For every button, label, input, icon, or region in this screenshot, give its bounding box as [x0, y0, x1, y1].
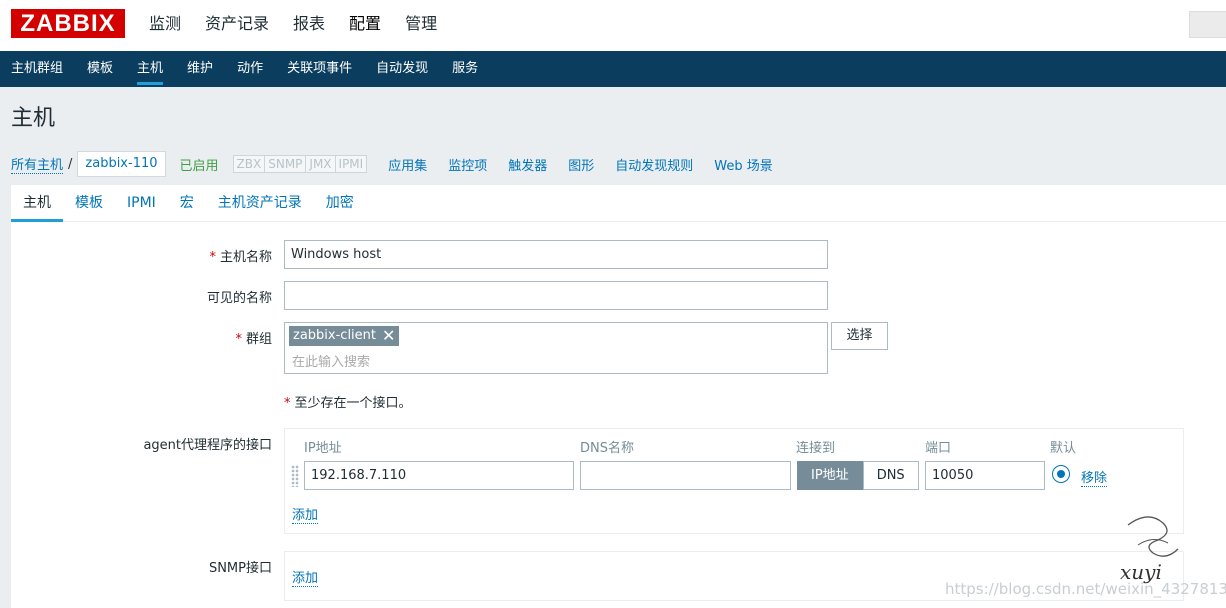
breadcrumb: 所有主机 / zabbix-110 已启用 ZBX SNMP JMX IPMI … [11, 150, 773, 178]
header-port: 端口 [925, 441, 952, 456]
interface-note: * 至少存在一个接口。 [284, 396, 412, 411]
link-graphs[interactable]: 图形 [568, 155, 594, 174]
link-discovery-rules[interactable]: 自动发现规则 [615, 155, 693, 174]
host-name-input[interactable]: Windows host [284, 240, 828, 269]
badge-jmx: JMX [306, 156, 336, 172]
sub-nav-hosts[interactable]: 主机 [137, 51, 164, 87]
visible-name-label: 可见的名称 [206, 291, 272, 306]
group-chip-label: zabbix-client [293, 328, 376, 343]
host-name-label: * 主机名称 [209, 250, 272, 265]
drag-handle-icon[interactable] [291, 465, 299, 487]
agent-interfaces-table: IP地址 DNS名称 连接到 端口 默认 192.168.7.110 IP地址 … [284, 428, 1184, 534]
link-items[interactable]: 监控项 [448, 155, 487, 174]
sub-nav-host-groups[interactable]: 主机群组 [11, 51, 63, 87]
connect-to-toggle: IP地址 DNS [797, 461, 919, 490]
breadcrumb-separator: / [68, 156, 73, 172]
tab-macros[interactable]: 宏 [168, 185, 206, 221]
search-input[interactable] [1189, 11, 1226, 38]
page-title: 主机 [11, 106, 56, 131]
header-dns: DNS名称 [580, 441, 634, 456]
availability-badges: ZBX SNMP JMX IPMI [232, 155, 368, 173]
snmp-interfaces-label: SNMP接口 [208, 561, 272, 576]
select-groups-button[interactable]: 选择 [831, 322, 888, 350]
sub-nav-services[interactable]: 服务 [452, 51, 478, 87]
badge-ipmi: IPMI [335, 156, 367, 172]
link-triggers[interactable]: 触发器 [508, 155, 547, 174]
tab-inventory[interactable]: 主机资产记录 [206, 185, 314, 221]
form-tabs: 主机 模板 IPMI 宏 主机资产记录 加密 [11, 185, 1226, 222]
connect-ip-option[interactable]: IP地址 [797, 461, 863, 490]
link-applications[interactable]: 应用集 [388, 155, 427, 174]
groups-search-input[interactable]: 在此输入搜索 [292, 351, 370, 370]
sub-nav-actions[interactable]: 动作 [237, 51, 263, 87]
add-snmp-interface-link[interactable]: 添加 [292, 567, 319, 587]
url-watermark: https://blog.csdn.net/weixin_43278136 [945, 580, 1226, 598]
tab-templates[interactable]: 模板 [63, 185, 115, 221]
ip-address-input[interactable]: 192.168.7.110 [304, 461, 574, 490]
link-web-scenarios[interactable]: Web 场景 [714, 155, 772, 174]
badge-snmp: SNMP [265, 156, 307, 172]
groups-label: * 群组 [235, 332, 272, 347]
top-header: ZABBIX 监测 资产记录 报表 配置 管理 [0, 0, 1226, 51]
main-nav-administration[interactable]: 管理 [405, 0, 437, 51]
default-radio[interactable] [1052, 465, 1070, 483]
tab-host[interactable]: 主机 [11, 185, 63, 222]
sub-nav-discovery[interactable]: 自动发现 [376, 51, 428, 87]
group-chip: zabbix-client ✕ [289, 326, 400, 346]
sub-nav-templates[interactable]: 模板 [87, 51, 113, 87]
breadcrumb-current-host[interactable]: zabbix-110 [77, 151, 166, 177]
badge-zbx: ZBX [233, 156, 266, 172]
header-ip: IP地址 [304, 441, 342, 456]
tab-encryption[interactable]: 加密 [314, 185, 366, 221]
port-input[interactable]: 10050 [925, 461, 1045, 490]
signature-watermark: xuyi [1120, 516, 1179, 584]
dns-name-input[interactable] [580, 461, 791, 490]
visible-name-input[interactable] [284, 281, 828, 310]
main-nav: 监测 资产记录 报表 配置 管理 [149, 0, 461, 51]
groups-multiselect[interactable]: zabbix-client ✕ 在此输入搜索 [284, 322, 828, 374]
main-nav-configuration[interactable]: 配置 [349, 0, 381, 51]
chip-remove-icon[interactable]: ✕ [382, 326, 395, 346]
host-status-enabled[interactable]: 已启用 [180, 155, 219, 174]
sub-nav: 主机群组 模板 主机 维护 动作 关联项事件 自动发现 服务 [0, 51, 1226, 87]
main-nav-reports[interactable]: 报表 [293, 0, 325, 51]
sub-nav-correlation[interactable]: 关联项事件 [287, 51, 352, 87]
header-connect: 连接到 [796, 441, 836, 456]
breadcrumb-all-hosts[interactable]: 所有主机 [11, 154, 64, 174]
zabbix-logo[interactable]: ZABBIX [11, 9, 125, 38]
connect-dns-option[interactable]: DNS [862, 461, 919, 490]
agent-interfaces-label: agent代理程序的接口 [143, 438, 272, 453]
main-nav-inventory[interactable]: 资产记录 [205, 0, 269, 51]
tab-ipmi[interactable]: IPMI [115, 185, 168, 221]
header-default: 默认 [1050, 441, 1077, 456]
add-agent-interface-link[interactable]: 添加 [292, 504, 319, 524]
sub-nav-maintenance[interactable]: 维护 [187, 51, 213, 87]
main-nav-monitoring[interactable]: 监测 [149, 0, 181, 51]
remove-interface-link[interactable]: 移除 [1081, 467, 1108, 487]
